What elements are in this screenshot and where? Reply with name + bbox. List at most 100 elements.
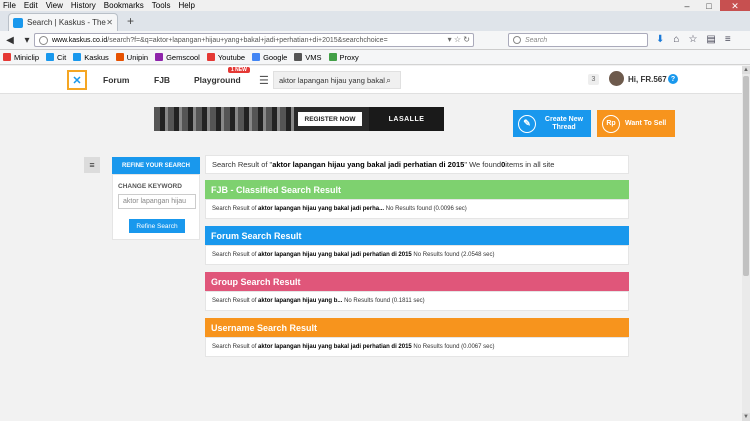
username-result-status: No Results found (0.0067 sec): [413, 344, 495, 350]
menu-icon[interactable]: ≡: [725, 34, 731, 45]
username-result-body: Search Result of aktor lapangan hijau ya…: [205, 337, 629, 357]
nav-forum[interactable]: Forum: [103, 75, 129, 85]
username-result-title: Username Search Result: [205, 318, 629, 337]
back-icon[interactable]: ◀: [3, 33, 17, 47]
bookmark-label: Youtube: [217, 52, 246, 62]
fjb-result-query: aktor lapangan hijau yang bakal jadi per…: [258, 206, 385, 212]
summary-middle: " We found: [464, 160, 502, 169]
refine-tab[interactable]: REFINE YOUR SEARCH: [112, 157, 200, 174]
fjb-result-prefix: Search Result of: [212, 206, 257, 212]
forum-result-section: Forum Search Result Search Result of akt…: [205, 226, 629, 265]
bookmark-icon: [252, 53, 261, 61]
help-icon[interactable]: ?: [668, 74, 678, 84]
banner-photo: [154, 107, 294, 131]
url-host: www.kaskus.co.id: [52, 36, 108, 44]
rupiah-icon: Rp: [602, 114, 620, 133]
bookmark-item[interactable]: Proxy: [328, 52, 359, 62]
nav-playground[interactable]: Playground: [194, 75, 241, 85]
pencil-icon: ✎: [518, 114, 536, 133]
menu-file[interactable]: File: [3, 1, 16, 10]
change-keyword-label: CHANGE KEYWORD: [118, 183, 182, 190]
username-result-query: aktor lapangan hijau yang bakal jadi per…: [258, 344, 412, 350]
bookmark-icon: [3, 53, 11, 61]
browser-search-input[interactable]: Search: [508, 33, 648, 47]
forum-result-body: Search Result of aktor lapangan hijau ya…: [205, 245, 629, 265]
hamburger-icon[interactable]: ☰: [259, 74, 269, 87]
bookmark-icon: [294, 53, 303, 61]
bookmark-item[interactable]: Cit: [46, 53, 66, 62]
menu-view[interactable]: View: [46, 1, 63, 10]
avatar[interactable]: [609, 71, 624, 86]
fjb-result-title: FJB - Classified Search Result: [205, 180, 629, 199]
bookmark-item[interactable]: VMS: [294, 53, 322, 62]
user-greeting[interactable]: Hi, FR.567: [628, 75, 667, 84]
history-icon[interactable]: ▾: [20, 33, 34, 47]
nav-fjb[interactable]: FJB: [154, 75, 170, 85]
create-thread-button[interactable]: ✎ Create New Thread: [513, 110, 591, 137]
bookmark-label: Miniclip: [14, 52, 40, 62]
menu-bookmarks[interactable]: Bookmarks: [104, 1, 144, 10]
summary-prefix: Search Result of ": [212, 160, 273, 169]
site-header: ✕ Forum FJB Playground 1 NEW ☰ aktor lap…: [0, 66, 742, 94]
scroll-down-icon[interactable]: ▼: [742, 413, 750, 421]
scroll-thumb[interactable]: [743, 76, 749, 276]
toolbar-icons: ⬇ ⌂ ☆ ▤ ≡: [656, 34, 731, 45]
bookmark-label: Proxy: [339, 52, 359, 62]
keyword-input[interactable]: aktor lapangan hijau: [118, 194, 196, 209]
site-search-input[interactable]: aktor lapangan hijau yang bakal ⌕: [273, 71, 401, 89]
menu-history[interactable]: History: [71, 1, 96, 10]
new-tab-icon[interactable]: +: [127, 14, 134, 28]
fjb-result-status: No Results found (0.0096 sec): [385, 206, 467, 212]
bookmark-item[interactable]: Google: [252, 53, 287, 62]
bookmark-item[interactable]: Gemscool: [155, 53, 200, 62]
download-icon[interactable]: ⬇: [656, 34, 664, 45]
close-tab-icon[interactable]: ✕: [106, 18, 113, 27]
bookmark-label: Unipin: [126, 52, 149, 62]
navigation-bar: ◀ ▾ www.kaskus.co.id/search?f=&q=aktor+l…: [0, 31, 750, 50]
menu-edit[interactable]: Edit: [24, 1, 38, 10]
browser-tab[interactable]: Search | Kaskus - The Large... ✕: [8, 13, 118, 31]
forum-result-prefix: Search Result of: [212, 252, 257, 258]
search-icon[interactable]: ⌕: [386, 75, 400, 86]
bookmark-item[interactable]: Miniclip: [3, 53, 39, 62]
bookmark-item[interactable]: Kaskus: [73, 53, 109, 62]
bookmark-star-icon[interactable]: ☆: [688, 34, 697, 45]
bookmark-icon: [155, 53, 164, 61]
bookmarks-menu-icon[interactable]: ▤: [706, 34, 715, 45]
url-path: /search?f=&q=aktor+lapangan+hijau+yang+b…: [107, 36, 388, 44]
bookmark-label: Cit: [57, 52, 67, 62]
search-engine-icon: [513, 36, 521, 44]
ad-banner[interactable]: REGISTER NOW LASALLE: [154, 107, 444, 131]
browser-search-placeholder: Search: [525, 36, 548, 44]
new-badge: 1 NEW: [228, 67, 250, 73]
forum-result-query: aktor lapangan hijau yang bakal jadi per…: [258, 252, 412, 258]
menu-help[interactable]: Help: [178, 1, 194, 10]
site-search-value: aktor lapangan hijau yang bakal: [279, 75, 385, 85]
home-icon[interactable]: ⌂: [673, 34, 679, 45]
tab-title: Search | Kaskus - The Large...: [27, 18, 106, 27]
bookmark-label: Gemscool: [166, 52, 200, 62]
bookmark-icon: [115, 53, 124, 61]
refine-search-button[interactable]: Refine Search: [129, 219, 185, 233]
create-thread-label: Create New Thread: [544, 115, 584, 131]
bookmark-item[interactable]: Youtube: [206, 52, 246, 62]
scroll-up-icon[interactable]: ▲: [742, 66, 750, 74]
bookmark-item[interactable]: Unipin: [115, 52, 149, 62]
bookmarks-toolbar: Miniclip Cit Kaskus Unipin Gemscool Youtube Go…: [0, 50, 750, 65]
kaskus-logo-icon[interactable]: ✕: [67, 70, 87, 90]
banner-register-button[interactable]: REGISTER NOW: [298, 112, 362, 126]
address-bar[interactable]: www.kaskus.co.id/search?f=&q=aktor+lapan…: [34, 33, 474, 47]
username-result-prefix: Search Result of: [212, 344, 257, 350]
group-result-status: No Results found (0.1811 sec): [344, 298, 425, 304]
bookmark-label: Kaskus: [84, 52, 109, 62]
sidebar-toggle-icon[interactable]: ≡: [84, 157, 100, 173]
notification-count[interactable]: 3: [588, 74, 599, 85]
menu-tools[interactable]: Tools: [152, 1, 171, 10]
want-to-sell-button[interactable]: Rp Want To Sell: [597, 110, 675, 137]
page-scrollbar[interactable]: ▲ ▼: [742, 66, 750, 421]
bookmark-icon: [206, 53, 215, 61]
forum-result-title: Forum Search Result: [205, 226, 629, 245]
bookmark-icon: [46, 53, 55, 61]
tab-bar: Search | Kaskus - The Large... ✕ +: [0, 11, 750, 31]
reload-icon[interactable]: ▾ ☆ ↻: [448, 35, 470, 44]
